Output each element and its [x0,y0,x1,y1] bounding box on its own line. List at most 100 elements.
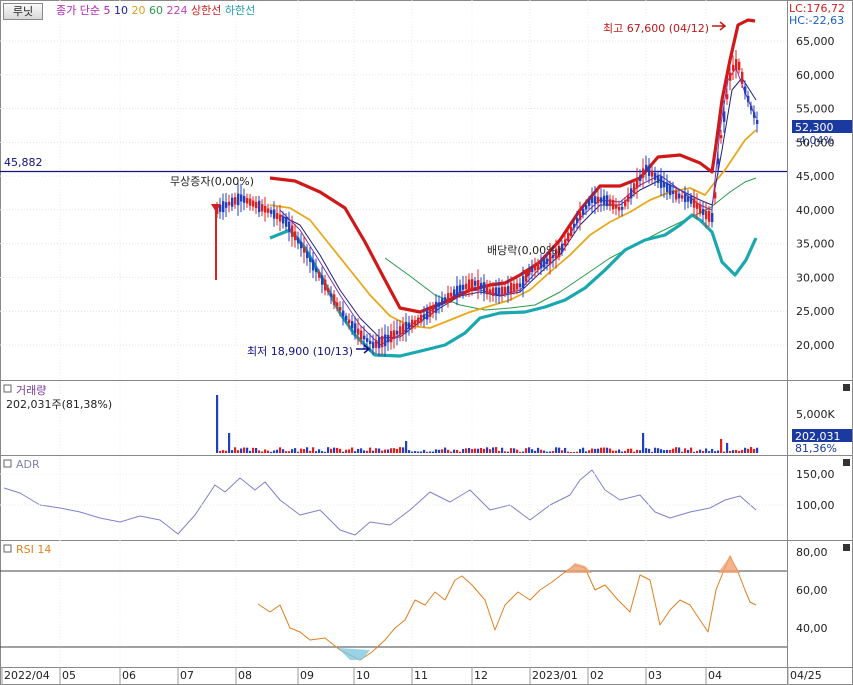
volume-bar [528,447,531,453]
volume-bar [624,450,627,453]
candle-body [594,196,597,204]
volume-bar [303,449,306,453]
candle-body [366,338,369,342]
candle-body [426,309,429,320]
candle-body [711,213,714,223]
volume-bar [429,451,432,453]
candle-body [264,205,267,213]
candle-body [708,210,711,222]
candle-body [690,196,693,204]
candle-body [723,111,726,122]
candle-body [435,301,438,313]
volume-bar [537,447,540,453]
volume-bar [597,448,600,453]
candle-body [486,284,489,295]
candle-body [456,285,459,296]
volume-bar [279,447,282,453]
volume-bar [543,450,546,453]
adr-close-icon[interactable] [843,459,850,466]
volume-bar [333,447,336,453]
volume-bar [738,450,741,453]
volume-bar [372,450,375,453]
volume-close-icon[interactable] [843,384,850,391]
candle-body [744,86,747,94]
volume-title: 거래량 [16,384,46,397]
adr-panel-icon[interactable] [3,459,12,468]
candle-body [534,265,537,271]
candle-body [735,59,738,70]
volume-bar [699,449,702,453]
volume-bar [351,447,354,453]
rsi-panel-icon[interactable] [3,544,12,553]
candle-body [561,243,564,253]
volume-bar [504,451,507,453]
chart-area[interactable]: 150,00 100,00 80,00 60,00 40,00 종가 단순 5 10 … [0,0,853,685]
candle-body [672,190,675,194]
volume-bar [618,449,621,453]
volume-bar [687,449,690,453]
volume-bar [306,447,309,453]
volume-panel-icon[interactable] [3,384,12,393]
ma-legend-item[interactable]: 5 [100,4,111,17]
low-annotation: 최저 18,900 (10/13) [247,345,353,358]
volume-bar [483,448,486,453]
volume-bar [405,441,408,453]
candle-body [570,226,573,237]
candle-body [321,275,324,285]
volume-bar [591,448,594,453]
ma-legend-item[interactable]: 224 [163,4,188,17]
volume-bar [669,449,672,453]
high-annotation: 최고 67,600 (04/12) [603,22,709,35]
volume-bar [705,448,708,453]
ma-legend-item[interactable]: 10 [110,4,128,17]
candle-body [411,319,414,329]
volume-bar [360,448,363,453]
x-tick-label: 03 [648,669,662,682]
x-tick-label: 09 [300,669,314,682]
rsi-overbought-fill [718,556,740,573]
ma-legend-item[interactable]: 종가 단순 [56,4,100,17]
volume-bar [261,451,264,453]
candle-body [489,289,492,294]
ma-legend-item[interactable]: 60 [145,4,163,17]
price-tick-label: 45,000 [796,170,835,183]
ma-legend-item[interactable]: 상한선 [187,4,221,17]
volume-bar [549,451,552,453]
volume-bar [585,451,588,453]
candle-body [609,199,612,207]
x-tick-label: 06 [122,669,136,682]
candle-body [285,217,288,227]
candle-body [267,208,270,213]
volume-bar [639,450,642,453]
volume-bar [285,451,288,453]
candle-body [330,293,333,297]
volume-bar [270,451,273,453]
volume-bar [462,449,465,453]
volume-bar [546,451,549,453]
rsi-close-icon[interactable] [843,544,850,551]
volume-bar [582,447,585,453]
ma-legend-item[interactable]: 20 [128,4,146,17]
candle-body [477,280,480,289]
candle-body [474,280,477,286]
volume-bar [540,449,543,453]
volume-bar [666,449,669,453]
x-tick-label: 10 [356,669,370,682]
candle-body [336,302,339,306]
ma-legend: 종가 단순 5 10 20 60 224 상한선 하한선 [56,3,255,17]
volume-bar [555,447,558,453]
volume-bar [636,449,639,453]
price-y-axis: 65,000 60,000 55,000 50,000 45,000 40,000 35,0… [796,35,835,352]
candle-body [660,176,663,188]
volume-bar [393,448,396,453]
volume-bar [219,450,222,453]
x-tick-label: 04 [708,669,722,682]
current-price-tag: 52,300 [795,121,834,134]
candle-body [402,323,405,334]
volume-bar [318,449,321,453]
volume-bar [345,449,348,453]
candle-body [438,302,441,307]
volume-bar [486,447,489,453]
candle-body [636,178,639,189]
ma-legend-item[interactable]: 하한선 [221,3,255,17]
